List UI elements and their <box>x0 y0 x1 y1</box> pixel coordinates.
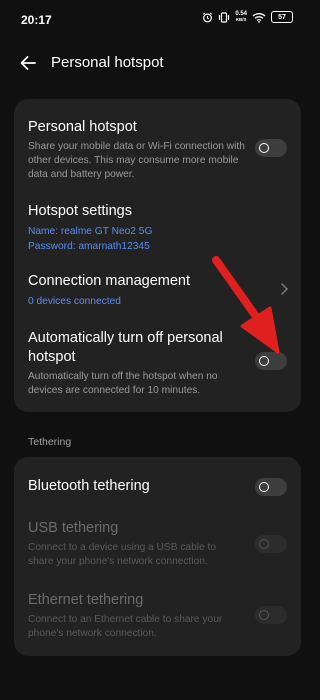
header: Personal hotspot <box>0 44 315 84</box>
hotspot-settings-title: Hotspot settings <box>28 203 132 219</box>
hotspot-password: Password: amarnath12345 <box>28 241 150 252</box>
status-time: 20:17 <box>21 13 52 27</box>
personal-hotspot-title: Personal hotspot <box>28 119 137 135</box>
vibrate-icon <box>218 11 230 23</box>
toggle-knob <box>259 142 269 153</box>
page-title: Personal hotspot <box>51 54 164 71</box>
tethering-section-label: Tethering <box>28 436 72 448</box>
ethernet-tethering-description: Connect to an Ethernet cable to share yo… <box>28 614 223 639</box>
net-speed: 0.54 KB/S <box>235 11 247 22</box>
personal-hotspot-toggle[interactable] <box>255 139 287 157</box>
status-bar: 20:17 0.54 KB/S 57 <box>0 0 315 40</box>
usb-tethering-title: USB tethering <box>28 520 119 536</box>
usb-tethering-description: Connect to a device using a USB cable to… <box>28 542 217 567</box>
tethering-card: Bluetooth tethering USB tethering Connec… <box>14 457 301 656</box>
hotspot-settings-row[interactable]: Hotspot settings Name: realme GT Neo2 5G… <box>28 202 298 254</box>
toggle-knob <box>259 609 269 620</box>
status-icons: 0.54 KB/S 57 <box>202 11 293 23</box>
toggle-knob <box>259 538 269 549</box>
annotation-arrow-icon <box>212 256 280 354</box>
usb-tethering-toggle <box>255 535 287 553</box>
battery-icon: 57 <box>271 11 293 23</box>
ethernet-tethering-toggle <box>255 606 287 624</box>
personal-hotspot-description: Share your mobile data or Wi-Fi connecti… <box>28 141 245 180</box>
hotspot-name: Name: realme GT Neo2 5G <box>28 226 153 237</box>
arrow-left-icon[interactable] <box>17 52 39 74</box>
bluetooth-tethering-toggle[interactable] <box>255 478 287 496</box>
auto-off-description: Automatically turn off the hotspot when … <box>28 371 218 396</box>
wifi-icon <box>252 12 266 23</box>
alarm-icon <box>202 12 213 23</box>
toggle-knob <box>259 481 269 492</box>
